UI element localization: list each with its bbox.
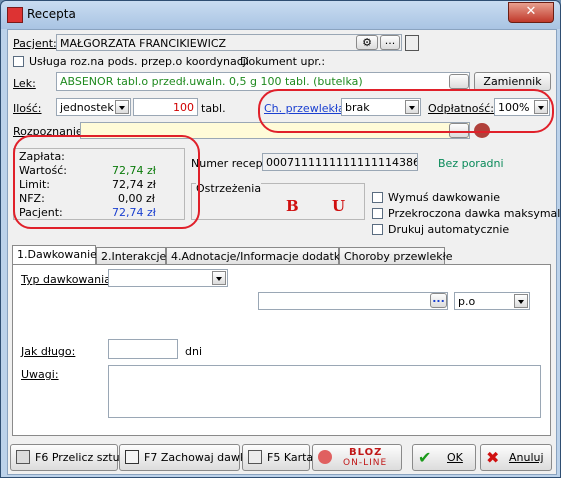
force-dosage-checkbox[interactable] [372, 192, 383, 203]
bloz-online-button[interactable]: BLOZ ON-LINE [312, 444, 402, 471]
dosage-detail-input[interactable] [258, 292, 448, 310]
drug-more-button[interactable] [449, 74, 469, 89]
tab-chronic-diseases[interactable]: Choroby przewlekłe [339, 247, 453, 264]
save-dose-button[interactable]: F7 Zachowaj dawk. [119, 444, 250, 471]
bloz-top-label: BLOZ [349, 447, 383, 458]
card-label: F5 Karta [267, 451, 314, 464]
ok-label: OK [447, 451, 463, 464]
service-checkbox[interactable] [13, 56, 24, 67]
dosage-type-label: Typ dawkowania: [21, 273, 115, 286]
card-button[interactable]: F5 Karta [242, 444, 314, 471]
duration-unit: dni [185, 345, 203, 358]
tab-interactions[interactable]: 2.Interakcje [96, 247, 166, 264]
notes-label: Uwagi: [21, 368, 59, 381]
service-label: Usługa roz.na pods. przep.o koordynacji [29, 55, 249, 68]
cancel-x-icon: ✖ [486, 448, 500, 467]
max-dose-label: Przekroczona dawka maksymalna [388, 207, 561, 220]
highlight-oval-chronic [258, 89, 554, 133]
recepta-window: Recepta ✕ Pacjent: MAŁGORZATA FRANCIKIEW… [0, 0, 561, 478]
bloz-logo-icon [318, 450, 332, 464]
highlight-oval-payment [13, 135, 200, 229]
patient-label: Pacjent: [13, 37, 57, 50]
document-label: Dokument upr.: [240, 55, 326, 68]
warning-b: B [286, 197, 299, 215]
tab-annotations[interactable]: 4.Adnotacje/Informacje dodatkowe [166, 247, 362, 264]
dosage-more-button[interactable]: ... [430, 293, 447, 308]
recipe-number-field[interactable]: 0007111111111111114386 [262, 153, 418, 171]
save-dose-label: F7 Zachowaj dawk. [144, 451, 250, 464]
calculator-icon [16, 450, 30, 464]
max-dose-checkbox[interactable] [372, 208, 383, 219]
chevron-down-icon[interactable] [115, 100, 129, 114]
chevron-down-icon[interactable] [212, 271, 226, 285]
form-client-area: Pacjent: MAŁGORZATA FRANCIKIEWICZ ⚙ ... … [7, 29, 561, 475]
drug-label: Lek: [13, 77, 36, 90]
tab-dosage[interactable]: 1.Dawkowanie [12, 245, 97, 264]
app-icon [7, 7, 23, 23]
warnings-label: Ostrzeżenia [196, 182, 262, 195]
auto-print-checkbox[interactable] [372, 224, 383, 235]
title-bar[interactable]: Recepta ✕ [1, 1, 560, 29]
no-clinic-label: Bez poradni [438, 157, 504, 170]
bloz-bottom-label: ON-LINE [343, 458, 388, 468]
duration-input[interactable] [108, 339, 178, 359]
auto-print-label: Drukuj automatycznie [388, 223, 510, 236]
unit-select-value: jednostek [60, 101, 114, 114]
unit-suffix: tabl. [201, 102, 226, 115]
cancel-button[interactable]: ✖ Anuluj [480, 444, 552, 471]
quantity-input[interactable]: 100 [133, 98, 198, 116]
window-title: Recepta [27, 7, 76, 21]
chevron-down-icon[interactable] [514, 294, 528, 308]
copy-icon[interactable] [405, 35, 419, 51]
check-icon: ✔ [418, 448, 432, 467]
card-icon [248, 450, 262, 464]
patient-search-icon[interactable]: ⚙ [356, 35, 378, 50]
warning-u: U [332, 197, 346, 215]
dosage-panel: Typ dawkowania: ... p.o Jak długo: dni U… [12, 264, 551, 436]
close-button[interactable]: ✕ [508, 2, 554, 23]
patient-field[interactable]: MAŁGORZATA FRANCIKIEWICZ [56, 34, 402, 51]
unit-select[interactable]: jednostek [56, 98, 131, 116]
dosage-method-select[interactable]: p.o [454, 292, 530, 310]
dosage-method-value: p.o [458, 295, 476, 308]
replacement-label: Zamiennik [483, 75, 542, 88]
cancel-label: Anuluj [509, 451, 544, 464]
patient-more-button[interactable]: ... [380, 35, 400, 50]
quantity-label: Ilość: [13, 102, 42, 115]
recalc-label: F6 Przelicz sztuki [35, 451, 129, 464]
save-dose-icon [125, 450, 139, 464]
notes-textarea[interactable] [108, 365, 541, 418]
dosage-type-select[interactable] [108, 269, 228, 287]
warnings-group: Ostrzeżenia B U [191, 182, 365, 220]
force-dosage-label: Wymuś dawkowanie [388, 191, 501, 204]
duration-label: Jak długo: [21, 345, 76, 358]
recalc-button[interactable]: F6 Przelicz sztuki [10, 444, 129, 471]
ok-button[interactable]: ✔ OK [412, 444, 476, 471]
